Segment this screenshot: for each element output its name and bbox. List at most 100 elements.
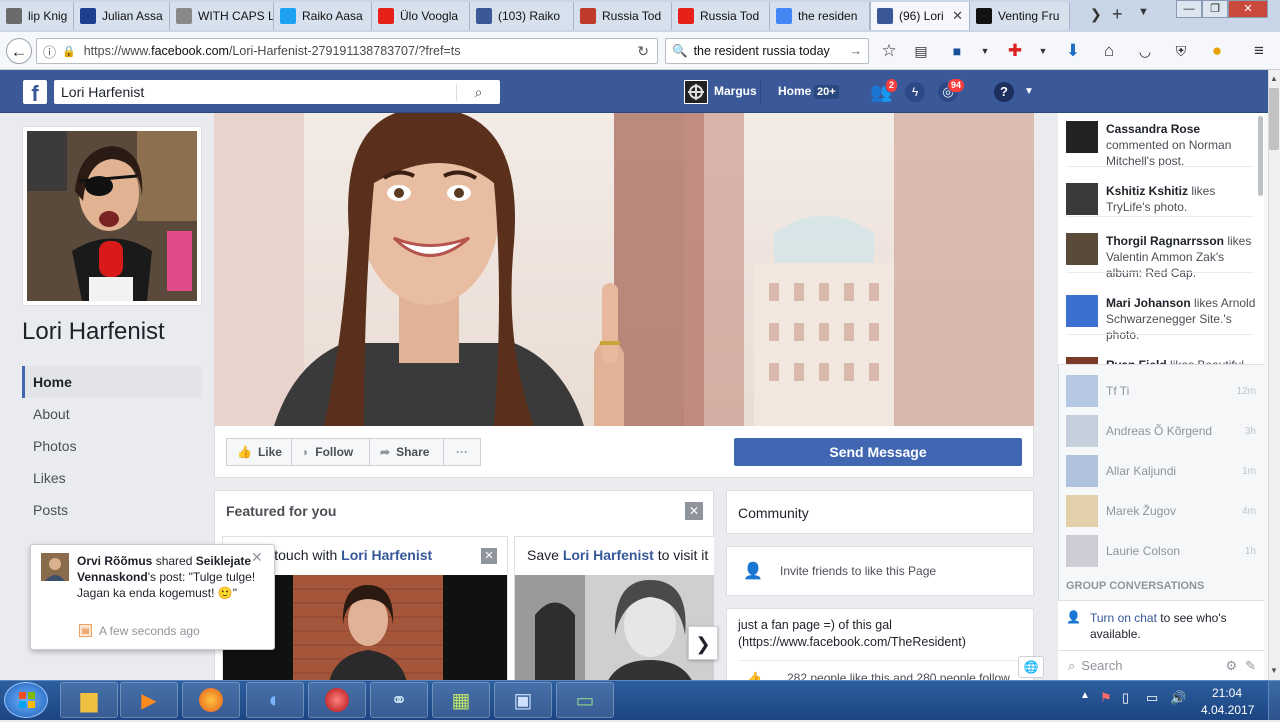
bookmark-star-icon[interactable]: ☆ [876,38,902,64]
tray-network-icon[interactable]: ▭ [1146,690,1158,706]
left-nav-about[interactable]: About [22,398,202,430]
cover-photo[interactable] [214,113,1034,426]
send-message-button[interactable]: Send Message [734,438,1022,466]
share-button[interactable]: ➦ Share [369,438,444,466]
featured-close-icon[interactable]: ✕ [685,502,703,520]
browser-tab[interactable]: WITH CAPS LO [170,2,274,30]
user-avatar[interactable] [684,80,708,104]
turn-on-chat-link[interactable]: Turn on chat [1090,611,1157,625]
taskbar-chart-app-icon[interactable]: ▦ [432,682,490,718]
close-tab-icon[interactable]: ✕ [952,8,963,24]
ticker-actor[interactable]: Kshitiz Kshitiz [1106,184,1188,198]
clock-time[interactable]: 21:04 [1212,686,1242,700]
info-icon[interactable]: ⓘ [43,42,56,61]
account-menu-icon[interactable]: ▼ [1024,86,1034,97]
browser-search-field[interactable]: 🔍 the resident russia today → [665,38,869,64]
follow-button[interactable]: ◗ Follow [291,438,370,466]
help-icon[interactable]: ? [994,82,1014,102]
ticker-actor[interactable]: Ryan Field [1106,358,1167,364]
taskbar-monitor-icon[interactable]: ▭ [556,682,614,718]
reload-icon[interactable]: ↻ [637,43,649,60]
ticker-actor[interactable]: Thorgil Ragnarrsson [1106,234,1224,248]
notification-popup[interactable]: Orvi Rõõmus shared Seiklejate Vennaskond… [30,544,275,650]
chat-contact[interactable]: Andreas Õ Kõrgend 3h [1066,415,1256,447]
dropdown-icon[interactable]: ▼ [972,38,998,64]
browser-tab[interactable]: Venting Fru [970,2,1070,30]
browser-tab[interactable]: Julian Assa [74,2,170,30]
url-bar[interactable]: ⓘ 🔒 https://www. facebook.com/Lori-Harfen… [36,38,658,64]
ticker-actor[interactable]: Mari Johanson [1106,296,1191,310]
ticker-avatar[interactable] [1066,183,1098,215]
dropdown-icon-2[interactable]: ▼ [1030,38,1056,64]
featured-card-save[interactable]: Save Lori Harfenist to visit it [514,536,714,686]
ticker-avatar[interactable] [1066,233,1098,265]
shield-icon[interactable]: ⛨ [1168,38,1194,64]
tray-security-icon[interactable]: ⚑ [1100,690,1112,706]
ticker-actor[interactable]: Cassandra Rose [1106,122,1200,136]
browser-tab[interactable]: lip Knig [0,2,74,30]
ticker-story[interactable]: Thorgil Ragnarrsson likes Valentin Ammon… [1106,233,1258,281]
ticker-story[interactable]: Mari Johanson likes Arnold Schwarzenegge… [1106,295,1258,343]
chat-contact[interactable]: Allar Kaljundi 1m [1066,455,1256,487]
invite-friends-row[interactable]: 👤 Invite friends to like this Page [726,546,1034,596]
profile-picture[interactable] [22,126,202,306]
browser-tab[interactable]: Russia Tod [672,2,770,30]
facebook-search-icon[interactable]: ⌕ [456,83,500,101]
download-icon[interactable]: ⬇ [1060,38,1086,64]
clock-date[interactable]: 4.04.2017 [1201,703,1254,717]
browser-tab[interactable]: (96) Lori ✕ [870,2,970,30]
browser-tab[interactable]: Russia Tod [574,2,672,30]
facebook-search-input[interactable]: Lori Harfenist ⌕ [54,80,500,104]
card1-page-link[interactable]: Lori Harfenist [341,547,432,563]
chat-settings-icon[interactable]: ⚙ [1225,658,1237,674]
ticker-avatar[interactable] [1066,295,1098,327]
tray-volume-icon[interactable]: 🔊 [1170,690,1186,706]
scroll-down-icon[interactable]: ▼ [1269,666,1279,676]
like-button[interactable]: 👍 Like [226,438,292,466]
left-nav-posts[interactable]: Posts [22,494,202,526]
tab-list-icon[interactable]: ▼ [1138,6,1149,18]
notification-close-icon[interactable]: ✕ [251,549,263,566]
taskbar-firefox-icon[interactable] [182,682,240,718]
messenger-icon[interactable]: ϟ [905,82,925,102]
tray-device-icon[interactable]: ▯ [1122,690,1129,706]
reading-list-icon[interactable]: ▤ [908,38,934,64]
card1-close-icon[interactable]: ✕ [481,548,497,564]
ticker-story[interactable]: Cassandra Rose commented on Norman Mitch… [1106,121,1258,169]
user-name-link[interactable]: Margus [714,84,757,98]
home-link[interactable]: Home [778,84,811,98]
maximize-button[interactable]: ❐ [1202,0,1228,18]
chat-contact[interactable]: Marek Žugov 4m [1066,495,1256,527]
save-icon[interactable]: ■ [944,38,970,64]
search-go-icon[interactable]: → [850,44,863,58]
ticker-story[interactable]: Ryan Field likes Beautiful [1106,357,1258,364]
taskbar-opera-icon[interactable] [308,682,366,718]
pocket-icon[interactable]: ◡ [1132,38,1158,64]
ticker-avatar[interactable] [1066,357,1098,364]
menu-icon[interactable]: ≡ [1246,38,1272,64]
tab-scroll-right-icon[interactable]: ❯ [1090,6,1102,23]
close-window-button[interactable]: ✕ [1228,0,1268,18]
start-button[interactable] [4,682,48,718]
ticker-avatar[interactable] [1066,121,1098,153]
browser-tab[interactable]: the residen [770,2,870,30]
taskbar-browser-icon[interactable]: ◐ [246,682,304,718]
card2-page-link[interactable]: Lori Harfenist [563,547,654,563]
taskbar-media-player-icon[interactable]: ▶ [120,682,178,718]
show-desktop-button[interactable] [1268,680,1280,720]
page-scrollbar[interactable] [1268,70,1280,680]
language-globe-icon[interactable]: 🌐 [1018,656,1044,678]
chat-search-input[interactable]: ⌕ Search ⚙ ✎ [1058,650,1264,680]
chat-contact[interactable]: Laurie Colson 1h [1066,535,1256,567]
browser-tab[interactable]: Ülo Voogla [372,2,470,30]
new-tab-button[interactable]: + [1112,4,1123,25]
tray-expand-icon[interactable]: ▲ [1080,690,1090,701]
carousel-next-icon[interactable]: ❯ [688,626,718,660]
chat-compose-icon[interactable]: ✎ [1245,658,1256,674]
left-nav-photos[interactable]: Photos [22,430,202,462]
minimize-button[interactable]: — [1176,0,1202,18]
left-nav-likes[interactable]: Likes [22,462,202,494]
home-icon[interactable]: ⌂ [1096,38,1122,64]
page-scroll-thumb[interactable] [1269,88,1279,150]
taskbar-network-icon[interactable]: ⚭ [370,682,428,718]
